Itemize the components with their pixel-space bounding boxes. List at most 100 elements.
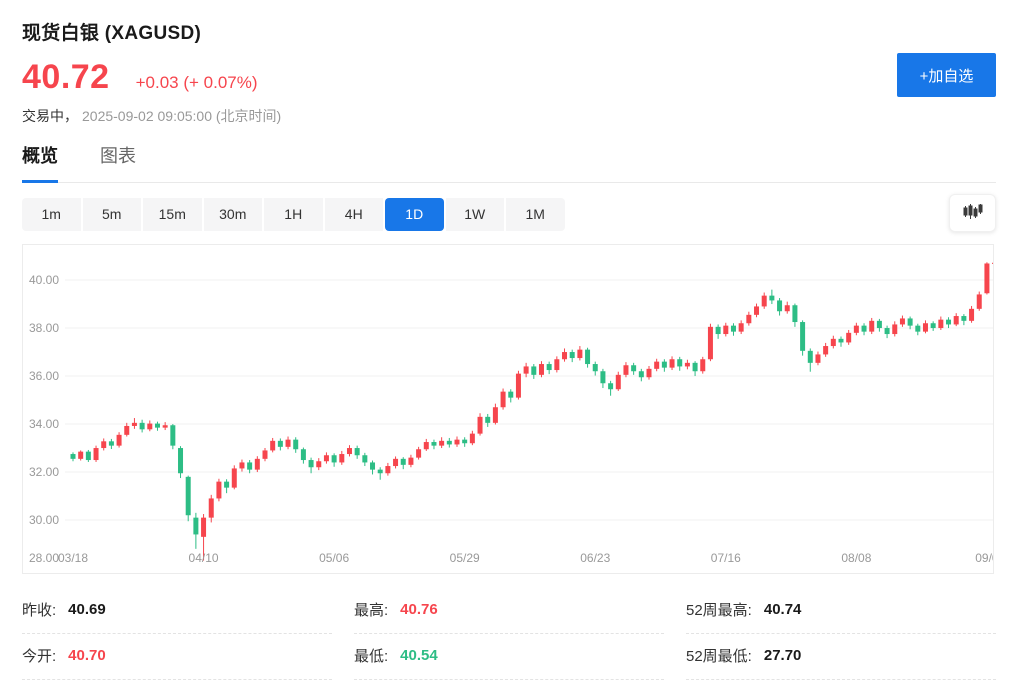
stat-label: 52周最低: xyxy=(686,645,752,666)
candle xyxy=(662,362,667,368)
stat-value: 40.76 xyxy=(400,601,438,618)
candle xyxy=(393,459,398,466)
candle xyxy=(501,392,506,408)
candle xyxy=(677,359,682,366)
candle xyxy=(201,518,206,537)
candle xyxy=(94,448,99,460)
price-change: +0.03 (+ 0.07%) xyxy=(136,73,258,93)
y-axis-label: 38.00 xyxy=(29,321,59,335)
timeframe-button-1D[interactable]: 1D xyxy=(385,198,444,231)
timeframe-button-30m[interactable]: 30m xyxy=(204,198,263,231)
instrument-title: 现货白银 (XAGUSD) xyxy=(22,18,996,45)
timeframe-button-1m[interactable]: 1m xyxy=(22,198,81,231)
candle xyxy=(685,363,690,367)
stat-value: 40.70 xyxy=(68,647,106,664)
timeframe-button-1H[interactable]: 1H xyxy=(264,198,323,231)
candle xyxy=(270,441,275,451)
candle xyxy=(539,364,544,375)
timeframe-button-5m[interactable]: 5m xyxy=(83,198,142,231)
candle xyxy=(263,450,268,458)
stat-label: 昨收: xyxy=(22,599,56,620)
tab-chart[interactable]: 图表 xyxy=(100,142,136,182)
x-axis-label: 07/16 xyxy=(711,551,741,565)
chart-type-button[interactable] xyxy=(949,194,996,232)
candle xyxy=(739,323,744,331)
candle xyxy=(862,326,867,332)
y-axis-label: 34.00 xyxy=(29,417,59,431)
candle xyxy=(769,296,774,301)
candle xyxy=(877,321,882,328)
add-watchlist-button[interactable]: +加自选 xyxy=(897,53,996,97)
candle xyxy=(209,498,214,517)
stat-cell: 今开:40.70 xyxy=(22,634,332,680)
candle xyxy=(823,346,828,354)
candle xyxy=(923,323,928,331)
candle xyxy=(109,441,114,445)
candle xyxy=(846,333,851,343)
timeframe-button-4H[interactable]: 4H xyxy=(325,198,384,231)
candle xyxy=(961,316,966,321)
stat-cell: 昨收:40.69 xyxy=(22,588,332,634)
candle xyxy=(600,371,605,383)
candle xyxy=(700,359,705,371)
candle xyxy=(885,328,890,334)
candle xyxy=(992,263,993,264)
candle xyxy=(232,468,237,487)
candle xyxy=(163,425,168,427)
candle xyxy=(754,306,759,314)
candle xyxy=(462,440,467,444)
quote-timestamp: 2025-09-02 09:05:00 (北京时间) xyxy=(82,108,281,124)
candle xyxy=(170,425,175,445)
timeframe-button-1M[interactable]: 1M xyxy=(506,198,565,231)
candle xyxy=(239,462,244,468)
candle xyxy=(562,352,567,359)
candle xyxy=(385,466,390,473)
candle xyxy=(639,371,644,377)
candle xyxy=(339,454,344,462)
timeframe-button-15m[interactable]: 15m xyxy=(143,198,202,231)
stats-grid: 昨收:40.69 最高: 40.76 52周最高:40.74 今开:40.70 最低: 40… xyxy=(22,588,996,680)
candle xyxy=(708,327,713,359)
candle xyxy=(524,366,529,373)
candle xyxy=(577,350,582,358)
candle xyxy=(731,326,736,332)
candle xyxy=(447,441,452,445)
candle xyxy=(716,327,721,334)
candle xyxy=(508,392,513,398)
stat-label: 最低: xyxy=(354,645,388,666)
candle xyxy=(631,365,636,371)
tab-overview[interactable]: 概览 xyxy=(22,142,58,182)
stat-label: 52周最高: xyxy=(686,599,752,620)
candle xyxy=(332,455,337,462)
x-axis-label: 04/10 xyxy=(189,551,219,565)
candle xyxy=(301,449,306,460)
candle xyxy=(401,459,406,465)
candle xyxy=(593,364,598,371)
stat-cell: 52周最低: 27.70 xyxy=(686,634,996,680)
x-axis-label: 06/23 xyxy=(580,551,610,565)
candle xyxy=(408,458,413,465)
candle xyxy=(216,482,221,499)
candle xyxy=(347,448,352,454)
candle xyxy=(693,363,698,371)
stat-value: 27.70 xyxy=(764,647,802,664)
candle xyxy=(431,442,436,446)
candle xyxy=(831,339,836,346)
timeframe-button-1W[interactable]: 1W xyxy=(446,198,505,231)
candle xyxy=(554,359,559,370)
candle xyxy=(792,305,797,322)
stat-label: 最高: xyxy=(354,599,388,620)
candle xyxy=(370,462,375,469)
candle xyxy=(124,426,129,435)
candle xyxy=(938,320,943,328)
candle xyxy=(723,326,728,334)
candlestick-chart[interactable]: 40.0038.0036.0034.0032.0030.0028.0003/18… xyxy=(22,244,994,574)
candle xyxy=(493,407,498,423)
candle xyxy=(854,326,859,333)
candle xyxy=(247,462,252,469)
y-axis-label: 40.00 xyxy=(29,273,59,287)
candle xyxy=(193,518,198,535)
stat-cell: 52周最高:40.74 xyxy=(686,588,996,634)
candle xyxy=(808,351,813,363)
candle xyxy=(147,424,152,430)
